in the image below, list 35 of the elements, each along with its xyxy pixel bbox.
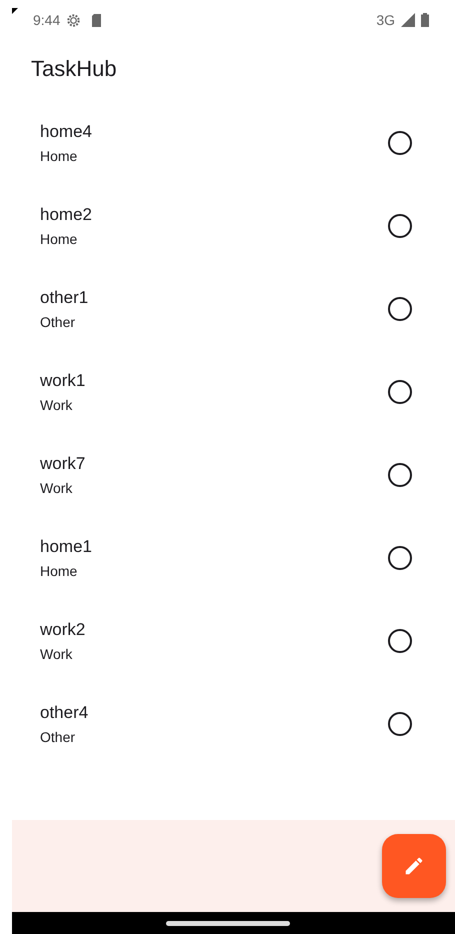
task-category: Home: [40, 148, 78, 164]
radio-button[interactable]: [388, 130, 412, 154]
task-category: Home: [40, 230, 78, 246]
radio-button[interactable]: [388, 462, 412, 486]
radio-button[interactable]: [388, 628, 412, 652]
task-title: work1: [40, 370, 86, 390]
task-title: home1: [40, 536, 93, 556]
task-title: home2: [40, 204, 93, 224]
task-category: Other: [40, 314, 76, 330]
task-title: other4: [40, 702, 90, 722]
radio-button[interactable]: [388, 546, 412, 570]
home-handle[interactable]: [166, 920, 290, 926]
sd-card-icon: [91, 14, 102, 26]
task-title: work7: [40, 454, 86, 474]
radio-button[interactable]: [388, 214, 412, 238]
task-title: other1: [40, 288, 90, 308]
task-category: Work: [40, 646, 74, 662]
network-type: 3G: [376, 12, 395, 28]
edit-button[interactable]: [382, 834, 446, 898]
task-category: Other: [40, 728, 76, 744]
app-title: TaskHub: [31, 56, 117, 82]
task-category: Work: [40, 480, 74, 496]
pencil-icon: [403, 855, 425, 877]
radio-button[interactable]: [388, 296, 412, 320]
task-title: work2: [40, 620, 86, 640]
radio-button[interactable]: [388, 380, 412, 404]
signal-icon: [401, 13, 415, 27]
task-category: Work: [40, 396, 74, 412]
task-category: Home: [40, 562, 78, 578]
battery-icon: [421, 13, 429, 27]
task-title: home4: [40, 122, 93, 142]
corner-mark: [12, 8, 18, 14]
gear-icon: [66, 12, 82, 28]
status-time: 9:44: [33, 12, 60, 28]
radio-button[interactable]: [388, 712, 412, 736]
